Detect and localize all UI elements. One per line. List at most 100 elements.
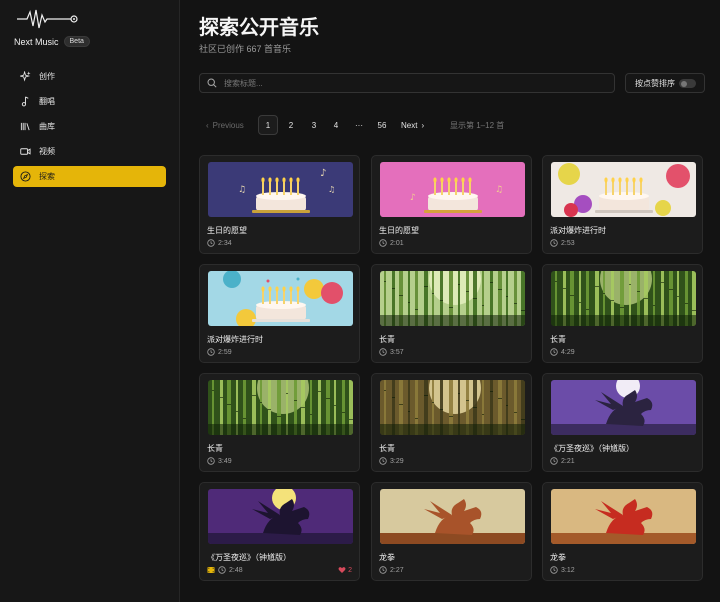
page-button-2[interactable]: 2 <box>281 115 301 135</box>
cover-art: ♪ ♫ ♫ <box>208 162 353 217</box>
song-card[interactable]: 派对爆炸进行时 2:59 <box>199 264 360 363</box>
song-card[interactable]: ♪ ♫ ♫ 生日的愿望 2:34 <box>199 155 360 254</box>
sidebar-item-video[interactable]: 视频 <box>13 141 166 162</box>
page-button-1[interactable]: 1 <box>258 115 278 135</box>
clock-icon <box>379 348 387 356</box>
clock-icon <box>379 457 387 465</box>
song-meta: 4:29 <box>550 348 575 356</box>
sparkles-icon <box>20 71 31 82</box>
sidebar-item-label: 创作 <box>39 72 55 81</box>
song-card[interactable]: 长青 4:29 <box>542 264 703 363</box>
sidebar-item-label: 翻唱 <box>39 97 55 106</box>
page-button-3[interactable]: 3 <box>304 115 324 135</box>
song-duration: 3:49 <box>218 457 232 465</box>
cover-art-image <box>208 489 353 544</box>
song-card[interactable]: 龙拳 3:12 <box>542 482 703 581</box>
cover-art <box>551 271 696 326</box>
song-duration: 3:12 <box>561 566 575 574</box>
cover-art-image: ♪♫ <box>380 162 525 217</box>
song-card[interactable]: 龙拳 2:27 <box>371 482 532 581</box>
song-duration: 2:21 <box>561 457 575 465</box>
sidebar-item-create[interactable]: 创作 <box>13 66 166 87</box>
svg-text:♫: ♫ <box>328 185 335 194</box>
song-card[interactable]: ♪ ♫ 生日的愿望 2:01 <box>371 155 532 254</box>
cover-art-image <box>208 271 353 326</box>
song-duration: 2:53 <box>561 239 575 247</box>
clock-icon <box>207 239 215 247</box>
song-title: 生日的愿望 <box>379 226 419 235</box>
song-title: 龙拳 <box>379 553 395 562</box>
clock-icon <box>207 457 215 465</box>
search-input[interactable] <box>224 78 604 88</box>
sidebar-item-label: 视频 <box>39 147 55 156</box>
cover-art <box>208 380 353 435</box>
song-duration: 2:48 <box>229 566 243 574</box>
clock-icon <box>218 566 226 574</box>
cover-art <box>208 489 353 544</box>
sidebar-item-library[interactable]: 曲库 <box>13 116 166 137</box>
song-card[interactable]: 《万圣夜巡》（钟馗版） 2:48 2 <box>199 482 360 581</box>
search-icon <box>207 78 217 88</box>
cover-art-image <box>208 380 353 435</box>
page-title: 探索公开音乐 <box>199 17 319 39</box>
cover-art <box>551 489 696 544</box>
song-duration: 3:57 <box>390 348 404 356</box>
page-button-last[interactable]: 56 <box>371 115 393 135</box>
song-card[interactable]: 派对爆炸进行时 2:53 <box>542 155 703 254</box>
cover-art-image <box>380 380 525 435</box>
waveform-logo-icon <box>17 9 78 29</box>
like-count[interactable]: 2 <box>338 566 352 574</box>
search-box[interactable] <box>199 73 615 93</box>
song-duration: 2:27 <box>390 566 404 574</box>
pagination-ellipsis: ··· <box>355 120 363 130</box>
clock-icon <box>379 239 387 247</box>
song-meta: 2:48 <box>207 566 243 574</box>
song-title: 长青 <box>207 444 223 453</box>
cover-art <box>380 489 525 544</box>
compass-icon <box>20 171 31 182</box>
cover-art-image <box>551 489 696 544</box>
library-icon <box>20 122 30 131</box>
song-card[interactable]: 《万圣夜巡》（钟馗版） 2:21 <box>542 373 703 472</box>
sort-by-likes-toggle[interactable]: 按点赞排序 <box>625 73 705 93</box>
sidebar-item-cover[interactable]: 翻唱 <box>13 91 166 112</box>
song-duration: 4:29 <box>561 348 575 356</box>
heart-icon <box>338 567 346 573</box>
previous-label: Previous <box>212 120 244 130</box>
song-title: 生日的愿望 <box>207 226 247 235</box>
song-meta: 3:49 <box>207 457 232 465</box>
cover-art: ♪ ♫ <box>380 162 525 217</box>
sidebar-item-label: 探索 <box>39 172 55 181</box>
song-title: 派对爆炸进行时 <box>550 226 606 235</box>
previous-button[interactable]: ‹ Previous <box>206 115 244 135</box>
video-icon <box>207 567 215 573</box>
song-meta: 2:59 <box>207 348 232 356</box>
song-meta: 3:57 <box>379 348 404 356</box>
chevron-right-icon: › <box>421 120 425 130</box>
sidebar-item-explore[interactable]: 探索 <box>13 166 166 187</box>
song-card[interactable]: 长青 3:29 <box>371 373 532 472</box>
song-meta: 2:21 <box>550 457 575 465</box>
svg-text:♫: ♫ <box>495 185 503 195</box>
song-title: 长青 <box>379 335 395 344</box>
song-meta: 2:53 <box>550 239 575 247</box>
song-duration: 2:34 <box>218 239 232 247</box>
video-icon <box>20 148 31 155</box>
page-button-4[interactable]: 4 <box>326 115 346 135</box>
brand[interactable]: Next Music Beta <box>14 36 90 47</box>
cover-art <box>551 380 696 435</box>
cover-art-image <box>380 489 525 544</box>
song-meta: 2:34 <box>207 239 232 247</box>
song-card[interactable]: 长青 3:49 <box>199 373 360 472</box>
cover-art-image <box>380 271 525 326</box>
clock-icon <box>550 457 558 465</box>
pagination: ‹ Previous 1 2 3 4 ··· 56 Next › 显示第 1–1… <box>201 115 531 135</box>
song-meta: 2:27 <box>379 566 404 574</box>
svg-text:♫: ♫ <box>238 185 246 195</box>
song-title: 《万圣夜巡》（钟馗版） <box>207 553 291 562</box>
next-button[interactable]: Next › <box>401 115 424 135</box>
toggle-switch[interactable] <box>679 79 696 88</box>
page-subtitle: 社区已创作 667 首音乐 <box>199 44 292 54</box>
song-card[interactable]: 长青 3:57 <box>371 264 532 363</box>
song-meta: 2:01 <box>379 239 404 247</box>
